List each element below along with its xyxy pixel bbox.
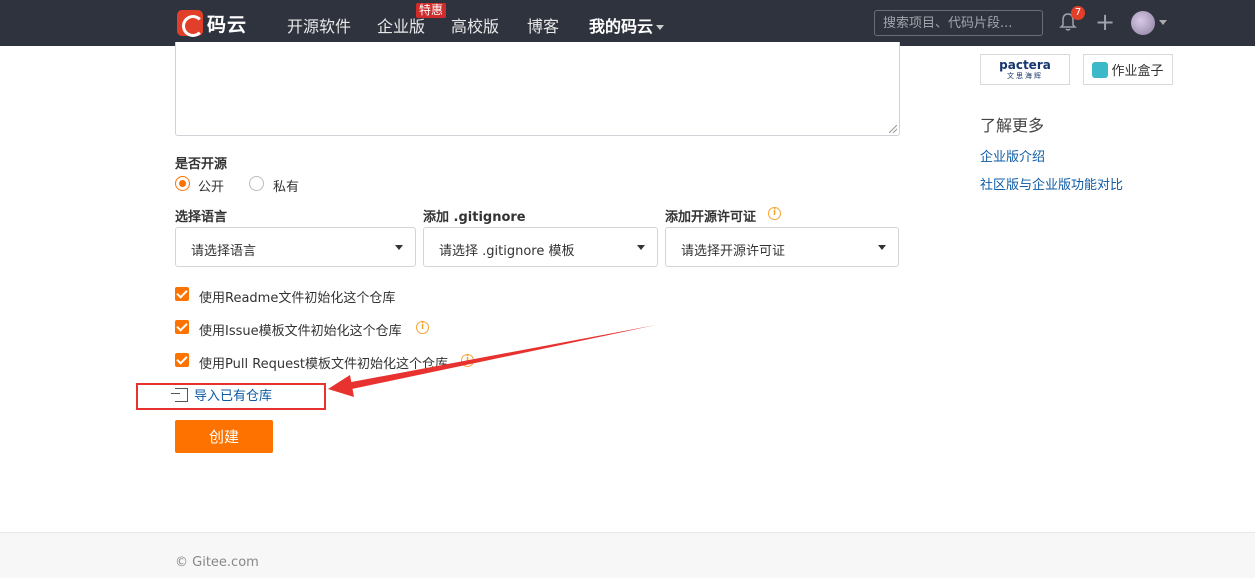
radio-private-label[interactable]: 私有: [273, 176, 299, 195]
chevron-down-icon: [395, 245, 403, 250]
nav-open-source[interactable]: 开源软件: [287, 13, 351, 37]
top-nav-bar: 码云 开源软件 企业版 特惠 高校版 博客 我的码云 7 +: [0, 0, 1255, 46]
add-icon[interactable]: +: [1095, 10, 1115, 34]
issue-info-icon[interactable]: i: [416, 321, 429, 334]
zuoyehezi-name: 作业盒子: [1111, 64, 1164, 79]
search-input[interactable]: [874, 10, 1043, 36]
annotation-highlight-box: [136, 383, 326, 410]
resize-handle-icon[interactable]: [889, 125, 897, 133]
pr-info-icon[interactable]: i: [461, 354, 474, 367]
chevron-down-icon: [878, 245, 886, 250]
avatar[interactable]: [1131, 11, 1155, 35]
language-select[interactable]: 请选择语言: [175, 227, 416, 267]
description-textarea[interactable]: [175, 42, 900, 136]
learn-more-heading: 了解更多: [980, 116, 1045, 135]
radio-private[interactable]: [249, 176, 264, 191]
pactera-name: pactera: [999, 57, 1051, 72]
create-button[interactable]: 创建: [175, 420, 273, 453]
issue-template-checkbox[interactable]: [175, 320, 189, 334]
zuoyehezi-icon: [1092, 61, 1109, 78]
license-info-icon[interactable]: i: [768, 207, 781, 220]
license-label: 添加开源许可证: [665, 210, 757, 225]
radio-public[interactable]: [175, 176, 190, 191]
nav-blog[interactable]: 博客: [527, 13, 559, 37]
discount-badge: 特惠: [416, 3, 447, 18]
radio-public-label[interactable]: 公开: [198, 176, 224, 195]
license-select-value: 请选择开源许可证: [681, 244, 786, 259]
issue-template-checkbox-label[interactable]: 使用Issue模板文件初始化这个仓库: [199, 320, 402, 339]
edition-compare-link[interactable]: 社区版与企业版功能对比: [980, 174, 1123, 193]
gitignore-label: 添加 .gitignore: [423, 210, 526, 225]
nav-my-gitee-label: 我的码云: [589, 17, 654, 36]
gitignore-select-value: 请选择 .gitignore 模板: [439, 244, 575, 259]
readme-checkbox-label[interactable]: 使用Readme文件初始化这个仓库: [199, 287, 395, 306]
readme-checkbox[interactable]: [175, 287, 189, 301]
pr-template-checkbox-label[interactable]: 使用Pull Request模板文件初始化这个仓库: [199, 353, 448, 372]
gitignore-select[interactable]: 请选择 .gitignore 模板: [423, 227, 658, 267]
chevron-down-icon: [637, 245, 645, 250]
license-select[interactable]: 请选择开源许可证: [665, 227, 899, 267]
notification-count-badge: 7: [1071, 6, 1085, 20]
nav-university[interactable]: 高校版: [451, 13, 499, 37]
open-source-label: 是否开源: [175, 157, 228, 172]
gitee-logo[interactable]: 码云: [177, 10, 248, 37]
partner-zuoyehezi-logo[interactable]: 作业盒子: [1083, 54, 1173, 85]
pr-template-checkbox[interactable]: [175, 353, 189, 367]
footer-copyright: © Gitee.com: [175, 555, 259, 570]
avatar-chevron-down-icon[interactable]: [1159, 20, 1167, 25]
enterprise-intro-link[interactable]: 企业版介绍: [980, 146, 1045, 165]
footer: © Gitee.com: [0, 532, 1255, 578]
language-select-value: 请选择语言: [191, 244, 257, 259]
language-label: 选择语言: [175, 210, 228, 225]
logo-text: 码云: [207, 13, 248, 36]
partner-pactera-logo[interactable]: pactera 文思海辉: [980, 54, 1070, 85]
chevron-down-icon: [656, 25, 665, 30]
nav-my-gitee[interactable]: 我的码云: [589, 13, 665, 37]
pactera-subtitle: 文思海辉: [1007, 71, 1043, 80]
gitee-logo-icon: [177, 10, 204, 37]
